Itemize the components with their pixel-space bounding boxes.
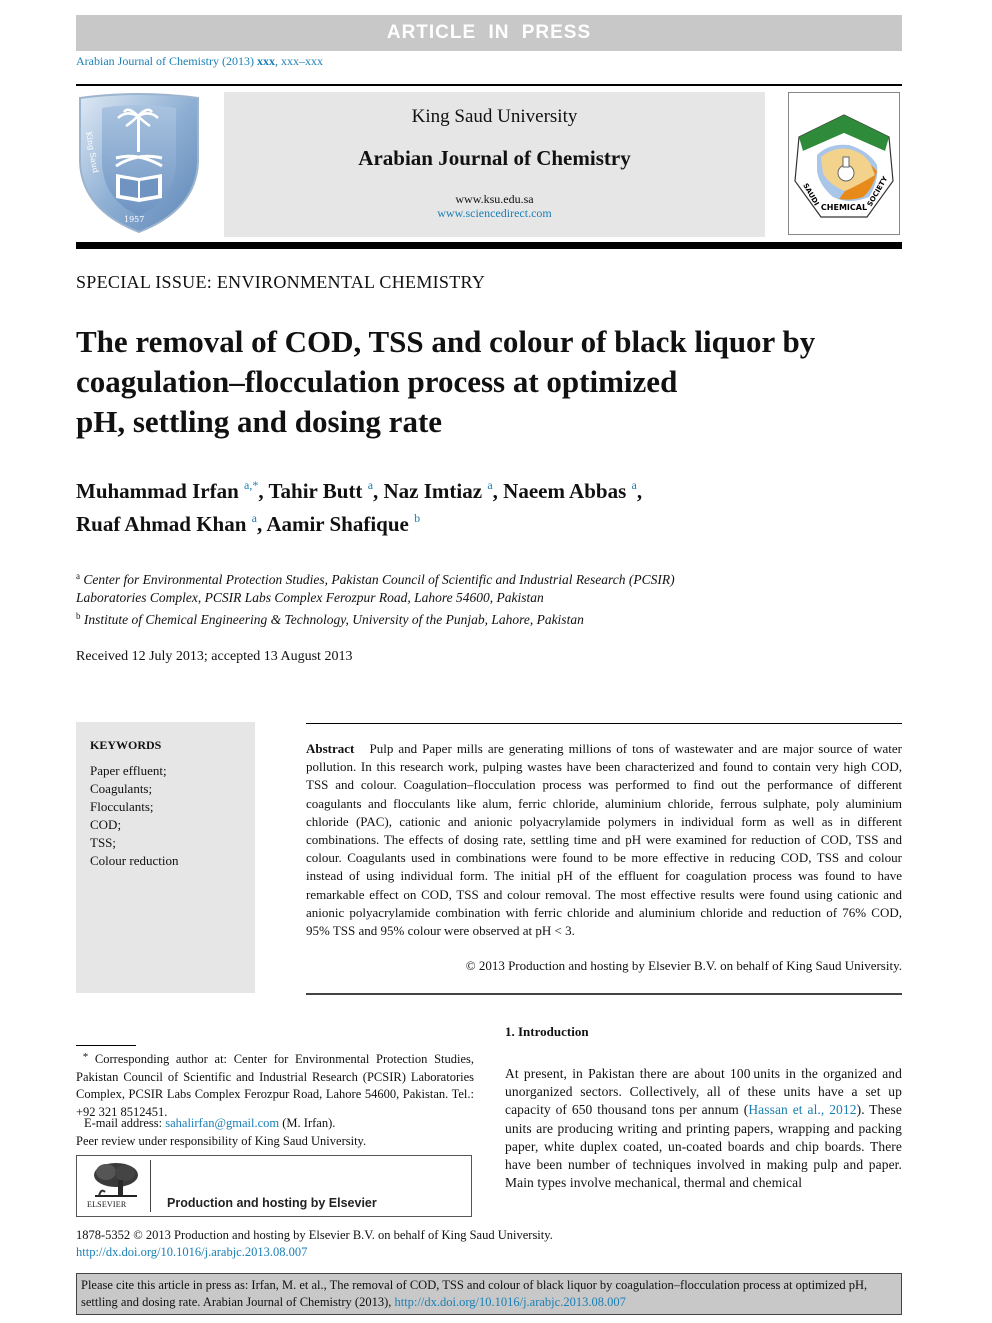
author-name[interactable]: Ruaf Ahmad Khan: [76, 512, 246, 536]
received-dates: Received 12 July 2013; accepted 13 Augus…: [76, 649, 353, 664]
journal-ref-volume: xxx: [256, 54, 275, 68]
abstract-top-rule: [306, 723, 902, 724]
introduction-heading: 1. Introduction: [505, 1024, 589, 1039]
journal-reference: Arabian Journal of Chemistry (2013) xxx,…: [76, 54, 323, 69]
doi-link[interactable]: http://dx.doi.org/10.1016/j.arabjc.2013.…: [76, 1245, 307, 1260]
abstract-bottom-rule: [306, 993, 902, 995]
email-line: E-mail address: sahalirfan@gmail.com (M.…: [84, 1116, 335, 1131]
article-title: The removal of COD, TSS and colour of bl…: [76, 322, 906, 442]
author-line-2: Ruaf Ahmad Khan a, Aamir Shafique b: [76, 505, 816, 538]
sciencedirect-link[interactable]: www.sciencedirect.com: [224, 206, 765, 221]
citation-doi-link[interactable]: http://dx.doi.org/10.1016/j.arabjc.2013.…: [394, 1295, 625, 1309]
production-hosting-text: Production and hosting by Elsevier: [167, 1196, 377, 1210]
ksu-url[interactable]: www.ksu.edu.sa: [224, 192, 765, 207]
saudi-chemical-society-icon: CHEMICAL SAUDI SOCIETY: [794, 114, 894, 218]
journal-ref-prefix: Arabian Journal of Chemistry (2013): [76, 54, 257, 68]
special-issue-label: SPECIAL ISSUE: ENVIRONMENTAL CHEMISTRY: [76, 272, 486, 292]
keyword-item: Colour reduction: [90, 853, 179, 868]
email-link[interactable]: sahalirfan@gmail.com: [165, 1116, 279, 1130]
title-line-2: coagulation–flocculation process at opti…: [76, 364, 678, 399]
author-separator: ,: [258, 479, 269, 503]
svg-text:1957: 1957: [124, 215, 144, 224]
abstract-label: Abstract: [306, 741, 355, 756]
keywords-panel: KEYWORDS Paper effluent; Coagulants; Flo…: [76, 722, 255, 993]
author-line-1: Muhammad Irfan a,*, Tahir Butt a, Naz Im…: [76, 472, 816, 505]
peer-review-note: Peer review under responsibility of King…: [76, 1134, 367, 1148]
abstract-copyright: © 2013 Production and hosting by Elsevie…: [465, 958, 902, 973]
affiliation-a-cont: Laboratories Complex, PCSIR Labs Complex…: [76, 590, 544, 605]
author-separator: ,: [636, 479, 643, 503]
affiliation-text: Institute of Chemical Engineering & Tech…: [83, 612, 584, 627]
keywords-list: Paper effluent; Coagulants; Flocculants;…: [90, 762, 178, 870]
author-name[interactable]: Tahir Butt: [268, 479, 362, 503]
keyword-item: TSS;: [90, 835, 117, 850]
corresponding-author-footnote: * Corresponding author at: Center for En…: [76, 1049, 474, 1121]
author-name[interactable]: Naz Imtiaz: [384, 479, 483, 503]
elsevier-divider: [150, 1160, 151, 1212]
elsevier-wordmark: ELSEVIER: [87, 1200, 127, 1209]
keywords-title: KEYWORDS: [90, 738, 162, 752]
university-name: King Saud University: [411, 106, 578, 127]
article-in-press-banner: ARTICLE IN PRESS: [76, 15, 902, 51]
affiliations: a Center for Environmental Protection St…: [76, 567, 836, 629]
author-separator: ,: [492, 479, 504, 503]
author-separator: ,: [373, 479, 384, 503]
keyword-item: Paper effluent;: [90, 763, 167, 778]
author-separator: ,: [256, 512, 267, 536]
journal-header: King Saud University Arabian Journal of …: [224, 92, 765, 237]
abstract: Abstract Pulp and Paper mills are genera…: [306, 740, 902, 940]
elsevier-tree-icon: [94, 1163, 138, 1197]
author-name[interactable]: Aamir Shafique: [266, 512, 409, 536]
abstract-text: Pulp and Paper mills are generating mill…: [306, 741, 903, 939]
saudi-chemical-society-logo: CHEMICAL SAUDI SOCIETY: [788, 92, 900, 235]
footnote-rule: [76, 1045, 136, 1046]
header-bottom-rule: [76, 242, 902, 249]
header-top-rule: [76, 84, 902, 86]
elsevier-production-box: ELSEVIER Production and hosting by Elsev…: [76, 1155, 472, 1217]
author-affiliation-mark[interactable]: a,*: [244, 478, 258, 492]
email-label: E-mail address:: [84, 1116, 166, 1130]
affiliation-text: Center for Environmental Protection Stud…: [83, 572, 675, 587]
affiliation-a: a Center for Environmental Protection St…: [76, 567, 836, 589]
title-line-3: pH, settling and dosing rate: [76, 404, 443, 439]
author-name[interactable]: Muhammad Irfan: [76, 479, 239, 503]
keyword-item: Flocculants;: [90, 799, 154, 814]
email-suffix: (M. Irfan).: [279, 1116, 336, 1130]
banner-label: ARTICLE IN PRESS: [386, 22, 592, 43]
footnote-mark: *: [82, 1051, 89, 1063]
ksu-shield-icon: King Saud 1957: [79, 93, 199, 234]
keyword-item: COD;: [90, 817, 122, 832]
footnote-text: Corresponding author at: Center for Envi…: [76, 1052, 474, 1119]
king-saud-university-logo: King Saud 1957: [76, 92, 202, 235]
title-line-1: The removal of COD, TSS and colour of bl…: [76, 324, 816, 359]
author-affiliation-mark[interactable]: b: [414, 511, 420, 525]
svg-text:CHEMICAL: CHEMICAL: [821, 203, 867, 212]
introduction-paragraph: At present, in Pakistan there are about …: [505, 1065, 902, 1192]
author-name[interactable]: Naeem Abbas: [503, 479, 626, 503]
journal-ref-pages: , xxx–xxx: [274, 54, 323, 68]
affiliation-b: b Institute of Chemical Engineering & Te…: [76, 607, 836, 629]
citation-link[interactable]: Hassan et al., 2012: [748, 1102, 856, 1117]
keyword-item: Coagulants;: [90, 781, 153, 796]
affiliation-mark: a: [76, 571, 80, 581]
journal-name: Arabian Journal of Chemistry: [358, 146, 631, 170]
author-list: Muhammad Irfan a,*, Tahir Butt a, Naz Im…: [76, 472, 816, 538]
issn-copyright-line: 1878-5352 © 2013 Production and hosting …: [76, 1228, 553, 1242]
citation-box: Please cite this article in press as: Ir…: [76, 1273, 902, 1315]
affiliation-mark: b: [76, 611, 81, 621]
